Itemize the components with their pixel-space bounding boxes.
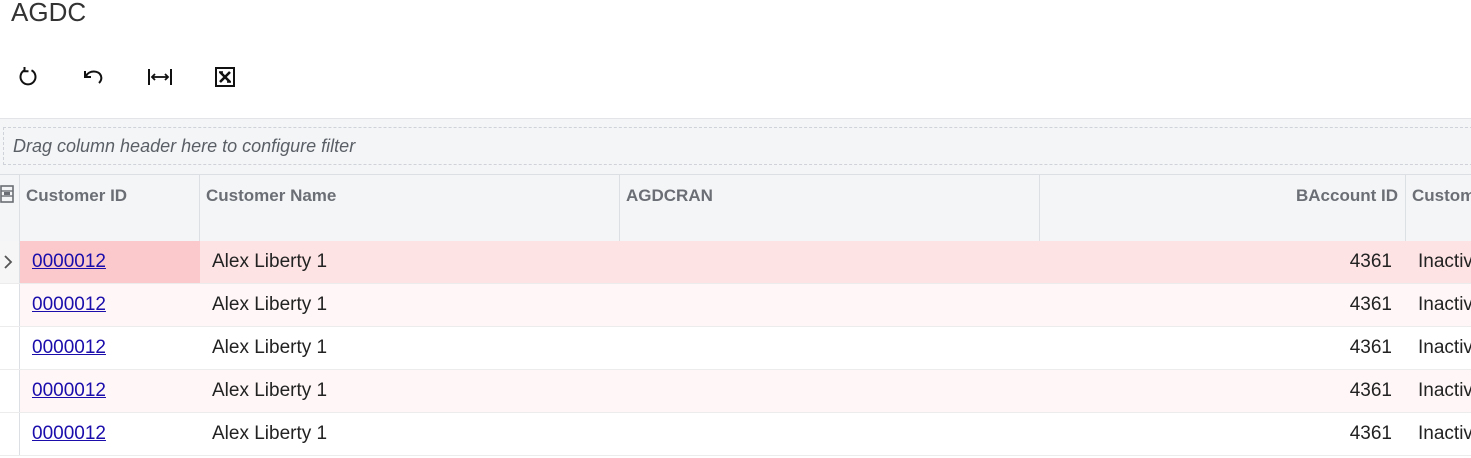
- cell-customer-id: 0000012: [20, 327, 200, 369]
- grid-header: Customer ID Customer Name AGDCRAN BAccou…: [0, 174, 1471, 242]
- column-header-customer-status[interactable]: Custom: [1406, 175, 1471, 241]
- cell-customer-id: 0000012: [20, 241, 200, 283]
- cell-customer-status: Inactiv: [1418, 294, 1471, 315]
- cell-customer-id: 0000012: [20, 370, 200, 412]
- table-row[interactable]: 0000012 Alex Liberty 1 4361 Inactiv: [0, 327, 1471, 370]
- customer-id-link[interactable]: 0000012: [32, 251, 106, 272]
- cell-customer-id: 0000012: [20, 413, 200, 455]
- table-row[interactable]: 0000012 Alex Liberty 1 4361 Inactiv: [0, 284, 1471, 327]
- filter-area: Drag column header here to configure fil…: [0, 118, 1471, 174]
- column-chooser-button[interactable]: [0, 175, 20, 241]
- cell-customer-status: Inactiv: [1418, 380, 1471, 401]
- customer-id-link[interactable]: 0000012: [32, 337, 106, 358]
- cell-customer-id: 0000012: [20, 284, 200, 326]
- undo-button[interactable]: [76, 60, 110, 94]
- column-header-customer-name[interactable]: Customer Name: [200, 175, 620, 241]
- undo-icon: [84, 70, 103, 84]
- column-header-agdcran[interactable]: AGDCRAN: [620, 175, 1040, 241]
- cell-baccount-id: 4361: [1349, 423, 1392, 444]
- cell-baccount-id: 4361: [1349, 251, 1392, 272]
- cell-baccount-id: 4361: [1349, 337, 1392, 358]
- chevron-right-icon: [4, 255, 13, 269]
- table-row[interactable]: 0000012 Alex Liberty 1 4361 Inactiv: [0, 370, 1471, 413]
- excel-icon: [215, 67, 235, 87]
- cell-customer-status: Inactiv: [1418, 337, 1471, 358]
- cell-customer-name: Alex Liberty 1: [212, 337, 328, 358]
- refresh-icon: [19, 67, 37, 86]
- row-selector[interactable]: [0, 284, 20, 326]
- cell-agdcran: [620, 241, 1040, 283]
- cell-customer-status: Inactiv: [1418, 423, 1471, 444]
- cell-baccount-id: 4361: [1349, 380, 1392, 401]
- cell-agdcran: [620, 327, 1040, 369]
- toolbar: [0, 60, 300, 94]
- row-selector[interactable]: [0, 370, 20, 412]
- export-excel-button[interactable]: [208, 60, 242, 94]
- fit-columns-button[interactable]: [143, 60, 177, 94]
- customer-id-link[interactable]: 0000012: [32, 423, 106, 444]
- filter-placeholder: Drag column header here to configure fil…: [13, 135, 356, 156]
- column-header-baccount-id[interactable]: BAccount ID: [1040, 175, 1406, 241]
- cell-agdcran: [620, 370, 1040, 412]
- cell-agdcran: [620, 413, 1040, 455]
- row-selector[interactable]: [0, 241, 20, 283]
- cell-customer-name: Alex Liberty 1: [212, 380, 328, 401]
- column-header-customer-id[interactable]: Customer ID: [20, 175, 200, 241]
- cell-baccount-id: 4361: [1349, 294, 1392, 315]
- cell-customer-name: Alex Liberty 1: [212, 251, 328, 272]
- row-selector[interactable]: [0, 413, 20, 455]
- row-selector[interactable]: [0, 327, 20, 369]
- page-title: AGDC: [11, 0, 87, 27]
- table-row[interactable]: 0000012 Alex Liberty 1 4361 Inactiv: [0, 241, 1471, 284]
- table-row[interactable]: 0000012 Alex Liberty 1 4361 Inactiv: [0, 413, 1471, 456]
- cell-customer-status: Inactiv: [1418, 251, 1471, 272]
- filter-drop-zone[interactable]: Drag column header here to configure fil…: [3, 127, 1471, 165]
- column-chooser-icon: [0, 185, 14, 203]
- fit-width-icon: [148, 69, 172, 85]
- refresh-button[interactable]: [11, 60, 45, 94]
- customer-id-link[interactable]: 0000012: [32, 380, 106, 401]
- cell-customer-name: Alex Liberty 1: [212, 423, 328, 444]
- cell-customer-name: Alex Liberty 1: [212, 294, 328, 315]
- customer-id-link[interactable]: 0000012: [32, 294, 106, 315]
- cell-agdcran: [620, 284, 1040, 326]
